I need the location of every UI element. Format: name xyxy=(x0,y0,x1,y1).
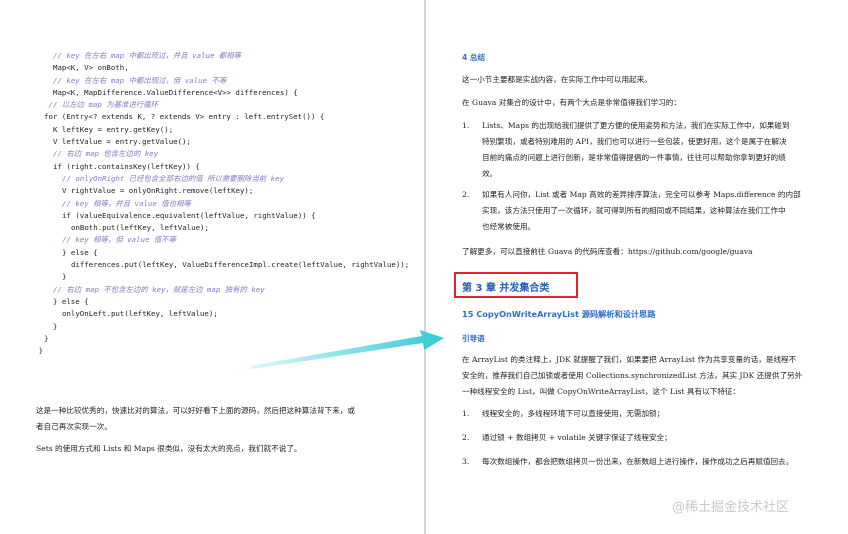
arrow-shape xyxy=(250,330,444,369)
pointer-arrow xyxy=(250,330,444,369)
watermark: @稀土掘金技术社区 xyxy=(672,500,790,515)
